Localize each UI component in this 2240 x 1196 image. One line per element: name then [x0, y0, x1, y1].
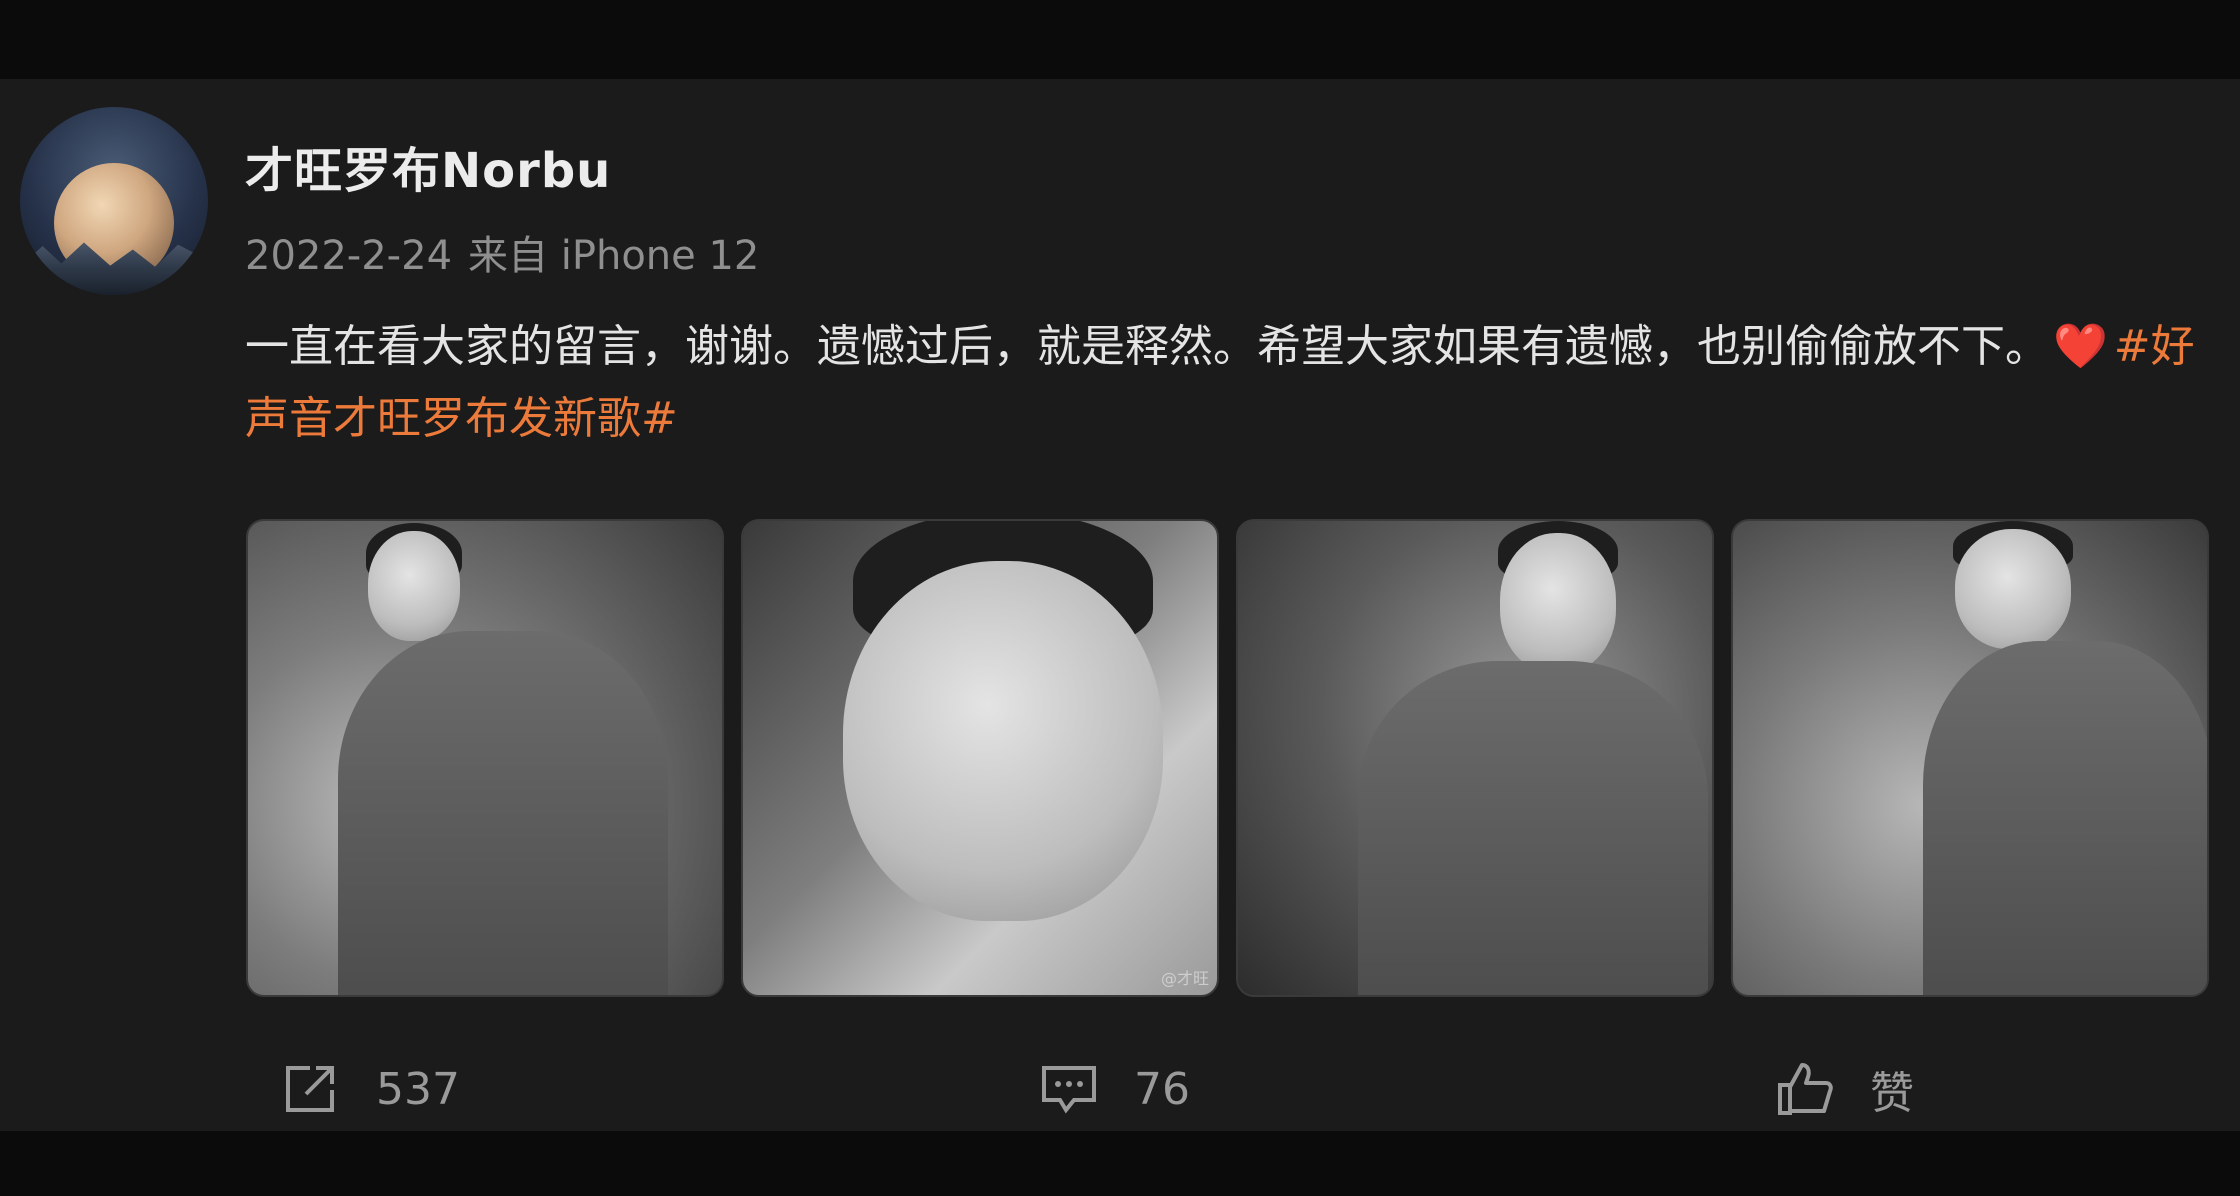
photo-watermark: @才旺 [1160, 969, 1209, 988]
comment-button[interactable]: 76 [1040, 1039, 1190, 1139]
photo-2-face [843, 561, 1163, 921]
post-meta: 2022-2-24 来自 iPhone 12 [245, 223, 775, 281]
post-body-text: 一直在看大家的留言，谢谢。遗憾过后，就是释然。希望大家如果有遗憾，也别偷偷放不下… [245, 321, 2049, 372]
photo-3-sweater [1358, 661, 1708, 995]
photo-4-sweater [1923, 641, 2207, 995]
photo-1[interactable] [246, 519, 724, 997]
post-source: 来自 iPhone 12 [468, 233, 760, 279]
action-bar: 537 76 赞 [0, 1039, 2240, 1139]
like-label: 赞 [1870, 1068, 1914, 1119]
photo-3-face [1500, 533, 1616, 673]
author-avatar[interactable] [20, 107, 208, 295]
share-icon [286, 1066, 334, 1112]
photo-3[interactable] [1236, 519, 1714, 997]
post-date: 2022-2-24 [245, 233, 453, 279]
photo-1-sweater [338, 631, 668, 995]
repost-count: 537 [376, 1063, 460, 1115]
comment-count: 76 [1134, 1063, 1190, 1115]
thumbs-up-icon [1778, 1063, 1833, 1115]
comment-icon [1042, 1066, 1096, 1114]
photo-2[interactable]: @才旺 [741, 519, 1219, 997]
photo-1-face [368, 531, 460, 641]
repost-button[interactable]: 537 [282, 1039, 460, 1139]
post-text: 一直在看大家的留言，谢谢。遗憾过后，就是释然。希望大家如果有遗憾，也别偷偷放不下… [245, 311, 2205, 455]
photo-4-face [1955, 529, 2071, 649]
weibo-post-card: 才旺罗布Norbu 2022-2-24 来自 iPhone 12 一直在看大家的留… [0, 79, 2240, 1131]
heart-emoji: ❤️ [2053, 321, 2108, 372]
author-name[interactable]: 才旺罗布Norbu [245, 131, 611, 201]
like-button[interactable]: 赞 [1776, 1039, 1914, 1139]
photo-4[interactable] [1731, 519, 2209, 997]
photo-grid: @才旺 [246, 519, 2210, 999]
